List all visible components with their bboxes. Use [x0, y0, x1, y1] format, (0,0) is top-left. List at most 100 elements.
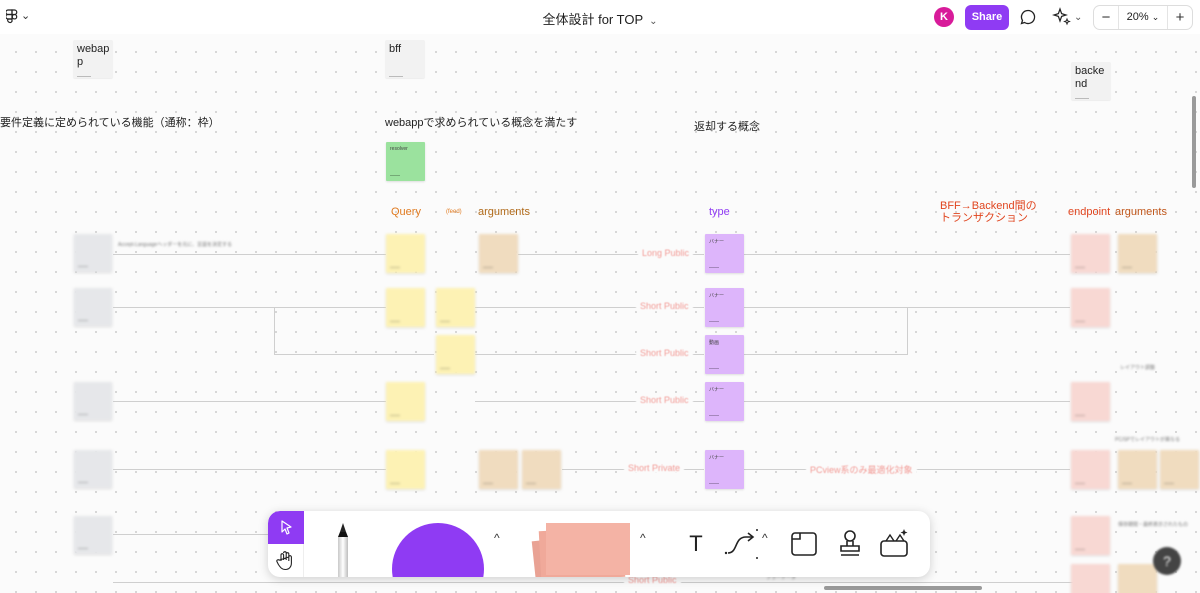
- hand-icon: [276, 551, 292, 571]
- sticky-argument[interactable]: [522, 450, 561, 489]
- sticky-requirement[interactable]: [74, 382, 112, 420]
- sticky-endpoint[interactable]: [1071, 564, 1110, 593]
- edge-label: Short Private: [624, 463, 685, 473]
- sticky-endpoint-argument[interactable]: [1118, 450, 1157, 489]
- sticky-type-text: バナー: [709, 293, 725, 299]
- sticky-endpoint-argument[interactable]: [1160, 450, 1199, 489]
- sticky-endpoint-argument[interactable]: [1118, 564, 1157, 593]
- cursor-icon: [281, 520, 292, 535]
- top-bar: ⌄ 全体設計 for TOP ⌄ K Share ⌄ − 20% ⌄ +: [0, 0, 1200, 34]
- stamp-tool-icon[interactable]: [834, 527, 866, 561]
- share-button[interactable]: Share: [965, 5, 1009, 30]
- avatar[interactable]: K: [934, 7, 954, 27]
- sticky-argument[interactable]: [479, 450, 518, 489]
- sticky-query[interactable]: [386, 450, 425, 489]
- blurred-note: レイアウト調整: [1120, 365, 1156, 371]
- connector-line: [113, 582, 1073, 583]
- sticky-endpoint[interactable]: [1071, 516, 1110, 555]
- heading-webapp-concept: webappで求められている概念を満たす: [385, 117, 578, 129]
- column-transaction: BFF→Backend間の トランザクション: [940, 200, 1037, 224]
- sticky-note-tool-button[interactable]: [531, 523, 630, 577]
- sticky-query[interactable]: [386, 288, 425, 327]
- sticky-query[interactable]: [386, 234, 425, 273]
- sticky-type[interactable]: バナー: [705, 234, 744, 273]
- move-tool-button[interactable]: [268, 511, 304, 544]
- blurred-note: 保存期間・最終表示されたもの: [1118, 522, 1189, 528]
- frame-label-text: backe nd: [1075, 65, 1105, 90]
- zoom-level-dropdown[interactable]: 20% ⌄: [1118, 6, 1168, 29]
- sticky-type[interactable]: 動画: [705, 335, 744, 374]
- more-tools-icon[interactable]: [878, 527, 912, 561]
- blurred-note: Accept-Languageヘッダーを元に、言語を決定する: [118, 242, 233, 248]
- text-tool-button[interactable]: T: [680, 528, 712, 560]
- sticky-endpoint[interactable]: [1071, 450, 1110, 489]
- transaction-note: PCview系のみ最適化対象: [806, 463, 917, 476]
- text-tool-icon: T: [689, 531, 703, 556]
- frame-label-backend[interactable]: backe nd: [1071, 62, 1111, 100]
- connector-line: [113, 307, 386, 308]
- hand-tool-button[interactable]: [268, 544, 304, 577]
- sticky-type[interactable]: バナー: [705, 450, 744, 489]
- chevron-up-icon[interactable]: ^: [494, 531, 500, 545]
- connector-line: [274, 354, 434, 355]
- sticky-endpoint[interactable]: [1071, 288, 1110, 327]
- sticky-requirement[interactable]: [74, 450, 112, 488]
- comment-icon[interactable]: [1019, 8, 1037, 26]
- connector-line: [744, 401, 1070, 402]
- frame-label-bff[interactable]: bff: [385, 40, 425, 78]
- sparkle-icon: [1052, 7, 1071, 26]
- chevron-up-icon[interactable]: ^: [762, 531, 768, 545]
- zoom-level-value: 20%: [1126, 11, 1149, 23]
- chevron-down-icon: ⌄: [1151, 12, 1160, 22]
- sticky-requirement[interactable]: [74, 234, 112, 272]
- frame-label-webapp[interactable]: webap p: [73, 40, 113, 78]
- sticky-type-text: バナー: [709, 387, 725, 393]
- edge-label: Short Public: [636, 348, 693, 358]
- section-tool-icon[interactable]: [788, 528, 820, 560]
- sticky-resolver[interactable]: resolver: [386, 142, 425, 181]
- horizontal-scrollbar[interactable]: [824, 586, 982, 590]
- connector-line: [744, 254, 1070, 255]
- zoom-control: − 20% ⌄ +: [1093, 5, 1193, 30]
- heading-returned-concept: 返却する概念: [694, 121, 760, 133]
- sticky-query[interactable]: [386, 382, 425, 421]
- zoom-out-button[interactable]: −: [1094, 9, 1118, 26]
- sticky-requirement[interactable]: [74, 288, 112, 326]
- sticky-query-feed[interactable]: [436, 288, 475, 327]
- ai-tools-button[interactable]: ⌄: [1052, 7, 1082, 27]
- sticky-endpoint[interactable]: [1071, 234, 1110, 273]
- zoom-in-button[interactable]: +: [1168, 9, 1192, 26]
- edge-label: Long Public: [638, 248, 694, 258]
- sticky-type[interactable]: バナー: [705, 382, 744, 421]
- column-feed: (feed): [446, 209, 462, 215]
- sticky-type[interactable]: バナー: [705, 288, 744, 327]
- design-canvas[interactable]: webap p bff backe nd 要件定義に定められている機能（通称：枠…: [0, 34, 1200, 593]
- connector-line: [274, 307, 275, 354]
- sticky-resolver-text: resolver: [390, 146, 408, 152]
- column-query: Query: [391, 206, 421, 218]
- sticky-argument[interactable]: [479, 234, 518, 273]
- column-type: type: [709, 206, 730, 218]
- frame-label-text: bff: [389, 43, 402, 55]
- sticky-endpoint-argument[interactable]: [1118, 234, 1157, 273]
- sticky-stack-shape: [546, 523, 630, 575]
- column-endpoint-arguments: arguments: [1115, 206, 1167, 218]
- sticky-type-text: バナー: [709, 455, 725, 461]
- connector-line: [113, 469, 386, 470]
- heading-requirements: 要件定義に定められている機能（通称：枠）: [0, 117, 220, 129]
- chevron-up-icon[interactable]: ^: [640, 531, 646, 545]
- sticky-query-feed[interactable]: [436, 335, 475, 374]
- connector-line: [113, 401, 386, 402]
- sticky-requirement[interactable]: [74, 516, 112, 554]
- bottom-toolbar: ^ ^ T ^: [268, 511, 930, 577]
- sticky-type-text: 動画: [709, 340, 720, 346]
- help-button[interactable]: ?: [1153, 547, 1181, 575]
- pen-tool-icon[interactable]: [328, 523, 358, 577]
- sticky-endpoint[interactable]: [1071, 382, 1110, 421]
- shape-tool-button[interactable]: [392, 523, 484, 577]
- vertical-scrollbar[interactable]: [1192, 96, 1196, 188]
- connector-line: [113, 254, 386, 255]
- connector-tool-icon[interactable]: [724, 527, 760, 561]
- column-endpoint: endpoint: [1068, 206, 1111, 218]
- connector-line: [907, 307, 908, 354]
